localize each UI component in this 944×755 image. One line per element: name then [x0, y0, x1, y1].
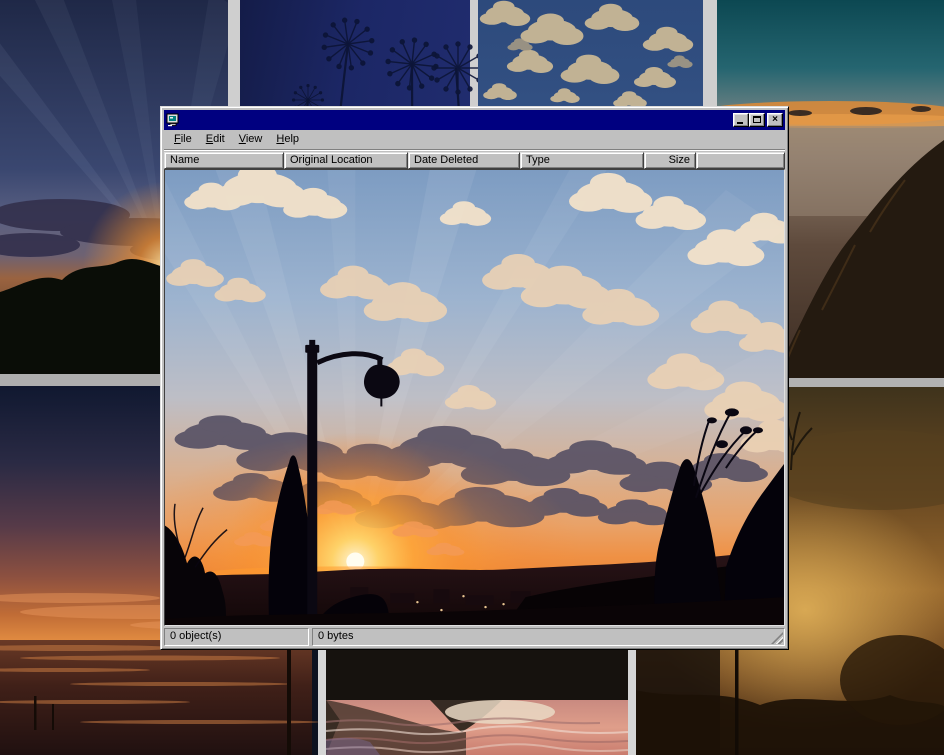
- close-button[interactable]: ×: [767, 113, 783, 127]
- computer-icon[interactable]: [166, 113, 180, 127]
- file-list-area[interactable]: [164, 169, 785, 626]
- status-bar: 0 object(s) 0 bytes: [164, 628, 785, 646]
- column-header-blank[interactable]: [696, 152, 785, 169]
- tile-water-reflection: [318, 645, 636, 755]
- column-header-type[interactable]: Type: [520, 152, 644, 169]
- title-bar[interactable]: ×: [164, 110, 785, 130]
- minimize-button[interactable]: [733, 113, 749, 127]
- column-header-size[interactable]: Size: [644, 152, 696, 169]
- maximize-button[interactable]: [749, 113, 765, 127]
- minimize-icon: [737, 122, 743, 124]
- column-header-date-deleted[interactable]: Date Deleted: [408, 152, 520, 169]
- menu-item-help[interactable]: Help: [269, 131, 306, 148]
- desktop: × FileEditViewHelp NameOriginal Location…: [0, 0, 944, 755]
- menu-item-edit[interactable]: Edit: [199, 131, 232, 148]
- menu-item-view[interactable]: View: [232, 131, 270, 148]
- sunset-street-lamp-photo: [165, 170, 784, 625]
- column-header-row: NameOriginal LocationDate DeletedTypeSiz…: [164, 152, 785, 169]
- status-size: 0 bytes: [312, 628, 785, 646]
- status-object-count: 0 object(s): [164, 628, 309, 646]
- maximize-icon: [753, 116, 761, 123]
- recycle-bin-window: × FileEditViewHelp NameOriginal Location…: [160, 106, 789, 650]
- menu-item-file[interactable]: File: [167, 131, 199, 148]
- close-icon: ×: [772, 115, 778, 125]
- column-header-name[interactable]: Name: [164, 152, 284, 169]
- column-header-original-location[interactable]: Original Location: [284, 152, 408, 169]
- menu-bar: FileEditViewHelp: [164, 130, 785, 150]
